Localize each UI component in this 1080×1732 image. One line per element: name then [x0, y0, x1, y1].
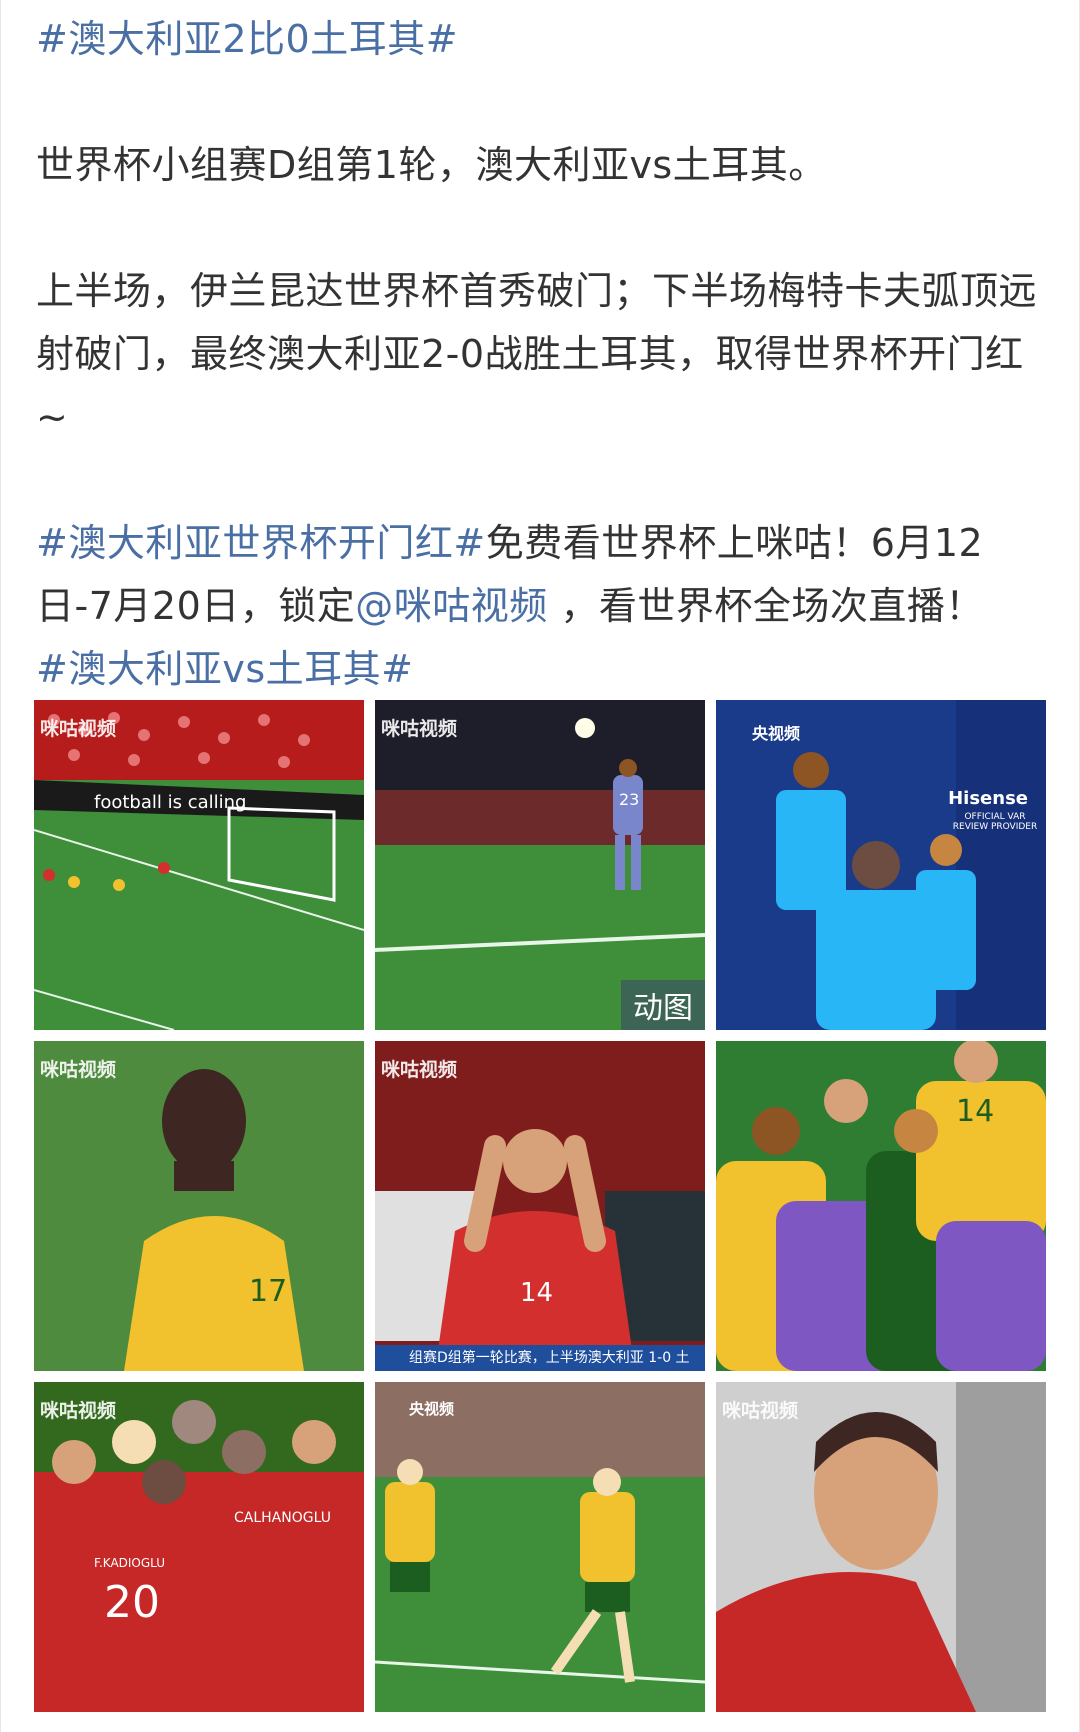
- goal-scene-photo: football is calling: [34, 700, 364, 1030]
- migu-watermark: 咪咕视频: [381, 1059, 458, 1081]
- cctv-watermark: 央视频: [409, 1400, 455, 1418]
- left-border: [0, 0, 1, 1732]
- player-14-photo: 14: [375, 1041, 705, 1371]
- jersey-number: 14: [520, 1278, 553, 1308]
- migu-watermark: 咪咕视频: [381, 718, 458, 740]
- image-4[interactable]: 17 咪咕视频: [34, 1041, 364, 1371]
- cctv-watermark: 央视频: [752, 724, 801, 743]
- image-grid: football is calling 咪咕视频 23 咪咕视频 动图 央视频 …: [34, 700, 1046, 1712]
- image-9[interactable]: 咪咕视频: [716, 1382, 1046, 1712]
- hashtag-end[interactable]: #澳大利亚vs土耳其#: [36, 647, 413, 691]
- image-6[interactable]: 14: [716, 1041, 1046, 1371]
- image-8[interactable]: 央视频: [375, 1382, 705, 1712]
- var-referees-photo: [716, 700, 1046, 1030]
- image-2[interactable]: 23 咪咕视频 动图: [375, 700, 705, 1030]
- player-name: F.KADIOGLU: [94, 1556, 165, 1570]
- team-celebration-photo: 14: [716, 1041, 1046, 1371]
- image-1[interactable]: football is calling 咪咕视频: [34, 700, 364, 1030]
- migu-watermark: 咪咕视频: [40, 718, 117, 740]
- hisense-logo: Hisense: [948, 788, 1028, 809]
- promo-text-end: ，看世界杯全场次直播！: [547, 584, 984, 628]
- image-3[interactable]: 央视频 Hisense OFFICIAL VAR REVIEW PROVIDER: [716, 700, 1046, 1030]
- turkey-huddle-photo: CALHANOGLU F.KADIOGLU 20: [34, 1382, 364, 1712]
- player-name: CALHANOGLU: [234, 1510, 331, 1526]
- jersey-number: 17: [249, 1274, 287, 1309]
- jersey-number: 20: [104, 1577, 160, 1628]
- match-caption-banner: 组赛D组第一轮比赛，上半场澳大利亚 1-0 土: [375, 1345, 705, 1371]
- image-7[interactable]: CALHANOGLU F.KADIOGLU 20 咪咕视频: [34, 1382, 364, 1712]
- summary-text: 上半场，伊兰昆达世界杯首秀破门；下半场梅特卡夫弧顶远射破门，最终澳大利亚2-0战…: [36, 269, 1038, 439]
- calhanoglu-portrait-photo: [716, 1382, 1046, 1712]
- migu-watermark: 咪咕视频: [40, 1400, 117, 1422]
- gif-badge: 动图: [621, 980, 705, 1030]
- promo-paragraph: #澳大利亚世界杯开门红#免费看世界杯上咪咕！6月12日-7月20日，锁定@咪咕视…: [36, 512, 1046, 701]
- migu-watermark: 咪咕视频: [40, 1059, 117, 1081]
- hashtag-title[interactable]: #澳大利亚2比0土耳其#: [36, 17, 458, 61]
- intro-text: 世界杯小组赛D组第1轮，澳大利亚vs土耳其。: [36, 143, 827, 187]
- migu-watermark: 咪咕视频: [722, 1400, 799, 1422]
- players-running-photo: [375, 1382, 705, 1712]
- jersey-number: 23: [619, 790, 639, 809]
- var-provider-text: OFFICIAL VAR REVIEW PROVIDER: [952, 812, 1038, 832]
- mention-migu[interactable]: @咪咕视频: [355, 584, 548, 628]
- image-5[interactable]: 14 咪咕视频 组赛D组第一轮比赛，上半场澳大利亚 1-0 土: [375, 1041, 705, 1371]
- hashtag-promo[interactable]: #澳大利亚世界杯开门红#: [36, 521, 486, 565]
- ad-board-text: football is calling: [94, 792, 246, 813]
- post-body: #澳大利亚2比0土耳其# 世界杯小组赛D组第1轮，澳大利亚vs土耳其。 上半场，…: [36, 8, 1046, 701]
- player-17-photo: 17: [34, 1041, 364, 1371]
- jersey-number: 14: [956, 1094, 994, 1129]
